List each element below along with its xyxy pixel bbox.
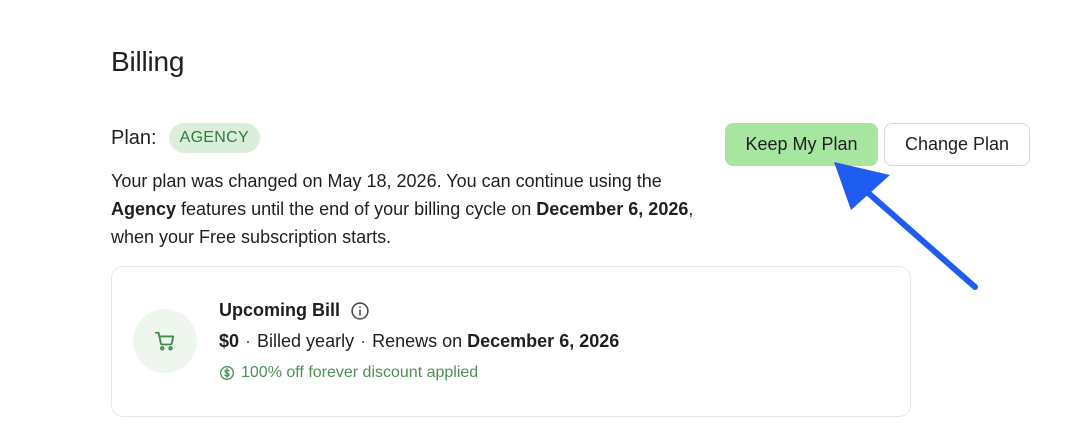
plan-row: Plan: AGENCY <box>111 123 260 153</box>
renews-prefix: Renews on <box>372 331 468 351</box>
plan-label: Plan: <box>111 126 157 149</box>
renews-date: December 6, 2026 <box>467 331 620 351</box>
plan-description: Your plan was changed on May 18, 2026. Y… <box>111 167 711 251</box>
page-title: Billing <box>111 46 185 77</box>
bill-summary: $0 · Billed yearly · Renews on December 6, 2… <box>219 331 619 352</box>
billing-page: Billing Plan: AGENCY Your plan was chang… <box>0 0 1080 434</box>
plan-badge: AGENCY <box>168 123 260 153</box>
separator: · <box>360 331 367 351</box>
desc-part1: Your plan was changed on May 18, 2026. Y… <box>111 171 662 191</box>
billing-cycle: Billed yearly <box>257 331 355 351</box>
upcoming-bill-title: Upcoming Bill <box>219 300 370 321</box>
cart-icon <box>133 309 197 373</box>
bill-amount: $0 <box>219 331 240 351</box>
upcoming-bill-title-text: Upcoming Bill <box>219 300 340 320</box>
desc-date: December 6, 2026 <box>536 199 689 219</box>
upcoming-bill-card: Upcoming Bill $0 · Billed yearly · Renews on… <box>111 266 911 417</box>
desc-part2: features until the end of your billing c… <box>176 199 537 219</box>
desc-plan-name: Agency <box>111 199 177 219</box>
separator: · <box>245 331 252 351</box>
discount-line: 100% off forever discount applied <box>219 364 478 382</box>
dollar-circle-icon <box>219 365 235 381</box>
info-icon[interactable] <box>350 301 370 321</box>
discount-text: 100% off forever discount applied <box>241 364 479 381</box>
